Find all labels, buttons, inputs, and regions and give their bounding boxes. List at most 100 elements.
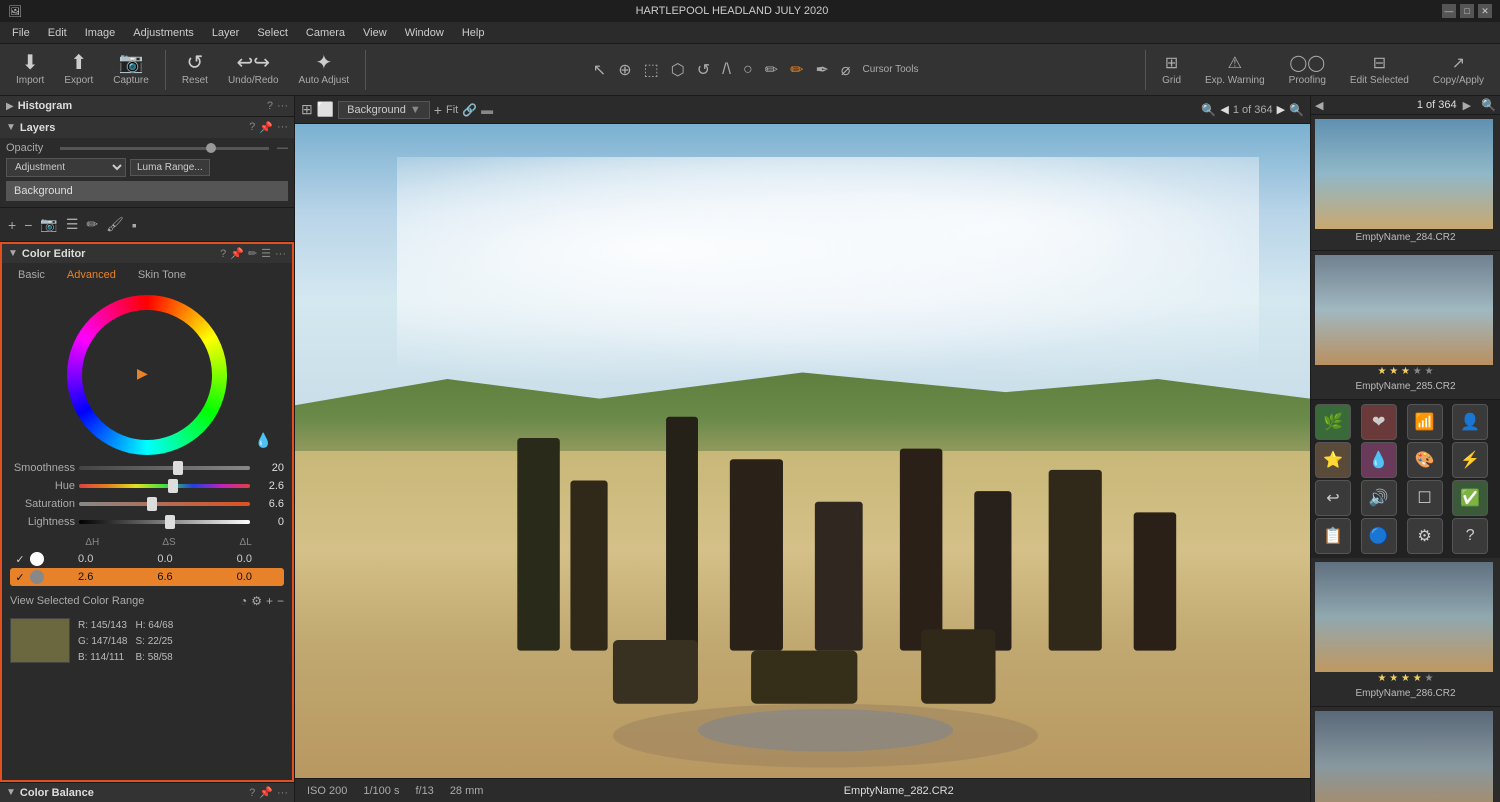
color-editor-pin-icon[interactable]: 📌 (230, 247, 244, 260)
filmstrip-nav-left[interactable]: ◀ (1315, 99, 1323, 112)
mini-tool-16[interactable]: ? (1452, 518, 1488, 554)
mini-tool-1[interactable]: 🌿 (1315, 404, 1351, 440)
vcr-add-btn[interactable]: + (266, 594, 273, 608)
thumbnail-item-2[interactable]: ★ ★ ★ ★ ★ EmptyName_285.CR2 (1311, 251, 1500, 400)
cursor-tool-2[interactable]: ⊕ (618, 60, 631, 80)
mini-tool-2[interactable]: ❤ (1361, 404, 1397, 440)
saturation-slider[interactable] (79, 502, 250, 506)
menu-adjustments[interactable]: Adjustments (125, 25, 202, 41)
cursor-tool-10[interactable]: ✒ (815, 60, 828, 80)
thumbnail-item-3[interactable]: ★ ★ ★ ★ ★ EmptyName_286.CR2 (1311, 558, 1500, 707)
cursor-tool-9[interactable]: ✏ (790, 60, 803, 80)
vcr-edit-btn[interactable]: ⚙ (251, 594, 262, 608)
mini-tool-9[interactable]: ↩ (1315, 480, 1351, 516)
pen-tool-button[interactable]: ✏ (84, 214, 100, 235)
brush-tool-button[interactable]: 🖌 (104, 214, 126, 235)
grid-button[interactable]: ⊞ Grid (1154, 53, 1189, 86)
filmstrip-nav-right[interactable]: ▶ (1463, 99, 1471, 112)
mini-tool-14[interactable]: 🔵 (1361, 518, 1397, 554)
next-icon[interactable]: ▶ (1277, 103, 1285, 116)
color-wheel[interactable] (67, 295, 227, 455)
menu-help[interactable]: Help (454, 25, 493, 41)
capture-button[interactable]: 📷 Capture (105, 53, 157, 86)
tab-skin-tone[interactable]: Skin Tone (128, 267, 196, 283)
color-editor-more-icon[interactable]: ··· (275, 248, 286, 260)
tab-single-icon[interactable]: ⬜ (317, 101, 334, 118)
opacity-slider[interactable] (60, 147, 269, 150)
smoothness-slider[interactable] (79, 466, 250, 470)
mini-tool-13[interactable]: 📋 (1315, 518, 1351, 554)
cursor-tool-4[interactable]: ⬡ (671, 60, 685, 80)
tab-add-button[interactable]: + (434, 102, 442, 118)
delta-check-2[interactable]: ✓ (10, 571, 30, 584)
filmstrip-search-icon[interactable]: 🔍 (1289, 103, 1304, 117)
luma-range-button[interactable]: Luma Range... (130, 159, 210, 176)
histogram-help-icon[interactable]: ? (267, 100, 273, 112)
layers-pin-icon[interactable]: 📌 (259, 121, 273, 134)
search-icon[interactable]: ◀ (1220, 103, 1228, 116)
vcr-circle-btn[interactable]: ◔ (240, 594, 247, 608)
tab-grid-icon[interactable]: ⊞ (301, 101, 313, 118)
maximize-button[interactable]: □ (1460, 4, 1474, 18)
exp-warning-button[interactable]: ⚠ Exp. Warning (1197, 53, 1273, 86)
delta-check-1[interactable]: ✓ (10, 553, 30, 566)
camera-tool-button[interactable]: 📷 (38, 214, 59, 235)
vcr-remove-btn[interactable]: − (277, 594, 284, 608)
cursor-tool-11[interactable]: ⌀ (841, 60, 851, 80)
color-editor-help-icon[interactable]: ? (220, 248, 226, 260)
close-button[interactable]: ✕ (1478, 4, 1492, 18)
tab-background-button[interactable]: Background ▼ (338, 101, 430, 119)
layers-help-icon[interactable]: ? (249, 121, 255, 134)
mini-tool-6[interactable]: 💧 (1361, 442, 1397, 478)
lightness-slider[interactable] (79, 520, 250, 524)
histogram-header[interactable]: ▶ Histogram ? ··· (0, 96, 294, 116)
title-bar-controls[interactable]: — □ ✕ (1442, 4, 1492, 18)
eyedropper-button[interactable]: 💧 (255, 432, 272, 449)
color-editor-edit-icon[interactable]: ✏ (248, 247, 257, 260)
cursor-tool-3[interactable]: ⬚ (644, 60, 659, 80)
proofing-button[interactable]: ◯◯ Proofing (1281, 53, 1334, 86)
auto-adjust-button[interactable]: ✦ Auto Adjust (291, 53, 358, 86)
copy-apply-button[interactable]: ↗ Copy/Apply (1425, 53, 1492, 86)
background-layer-row[interactable]: Background (6, 181, 288, 201)
menu-camera[interactable]: Camera (298, 25, 353, 41)
histogram-more-icon[interactable]: ··· (277, 100, 288, 112)
mini-tool-5[interactable]: ⭐ (1315, 442, 1351, 478)
color-wheel-marker[interactable] (137, 365, 157, 385)
reset-button[interactable]: ↺ Reset (174, 53, 216, 86)
layers-more-icon[interactable]: ··· (277, 121, 288, 134)
mini-tool-15[interactable]: ⚙ (1407, 518, 1443, 554)
mini-tool-4[interactable]: 👤 (1452, 404, 1488, 440)
minimize-button[interactable]: — (1442, 4, 1456, 18)
menu-image[interactable]: Image (77, 25, 124, 41)
import-button[interactable]: ⬇ Import (8, 53, 52, 86)
remove-tool-button[interactable]: − (22, 215, 34, 235)
hue-slider[interactable] (79, 484, 250, 488)
cursor-tool-5[interactable]: ↺ (697, 60, 710, 80)
color-balance-help-icon[interactable]: ? (249, 787, 255, 799)
thumbnail-item-4[interactable]: EmptyName_287.CR2 (1311, 707, 1500, 802)
cursor-tool-6[interactable]: /\ (722, 61, 731, 79)
mini-tool-7[interactable]: 🎨 (1407, 442, 1443, 478)
tab-advanced[interactable]: Advanced (57, 267, 126, 283)
tab-basic[interactable]: Basic (8, 267, 55, 283)
cursor-tool-8[interactable]: ✏ (765, 60, 778, 80)
cursor-tool-7[interactable]: ○ (743, 61, 753, 79)
color-balance-more-icon[interactable]: ··· (277, 787, 288, 799)
zoom-search-icon[interactable]: 🔍 (1201, 103, 1216, 117)
menu-file[interactable]: File (4, 25, 38, 41)
undo-redo-button[interactable]: ↩↪ Undo/Redo (220, 53, 287, 86)
adjustment-dropdown[interactable]: Adjustment (6, 158, 126, 177)
mini-tool-12[interactable]: ✅ (1452, 480, 1488, 516)
list-tool-button[interactable]: ☰ (64, 214, 81, 235)
layers-header[interactable]: ▼ Layers ? 📌 ··· (0, 117, 294, 138)
filmstrip-zoom-icon[interactable]: 🔍 (1481, 98, 1496, 112)
add-tool-button[interactable]: + (6, 215, 18, 235)
edit-selected-button[interactable]: ⊟ Edit Selected (1342, 53, 1417, 86)
menu-select[interactable]: Select (249, 25, 296, 41)
mini-tool-3[interactable]: 📶 (1407, 404, 1443, 440)
color-balance-pin-icon[interactable]: 📌 (259, 786, 273, 799)
thumbnail-item-1[interactable]: EmptyName_284.CR2 (1311, 115, 1500, 251)
menu-edit[interactable]: Edit (40, 25, 75, 41)
color-balance-header[interactable]: ▼ Color Balance ? 📌 ··· (0, 782, 294, 802)
